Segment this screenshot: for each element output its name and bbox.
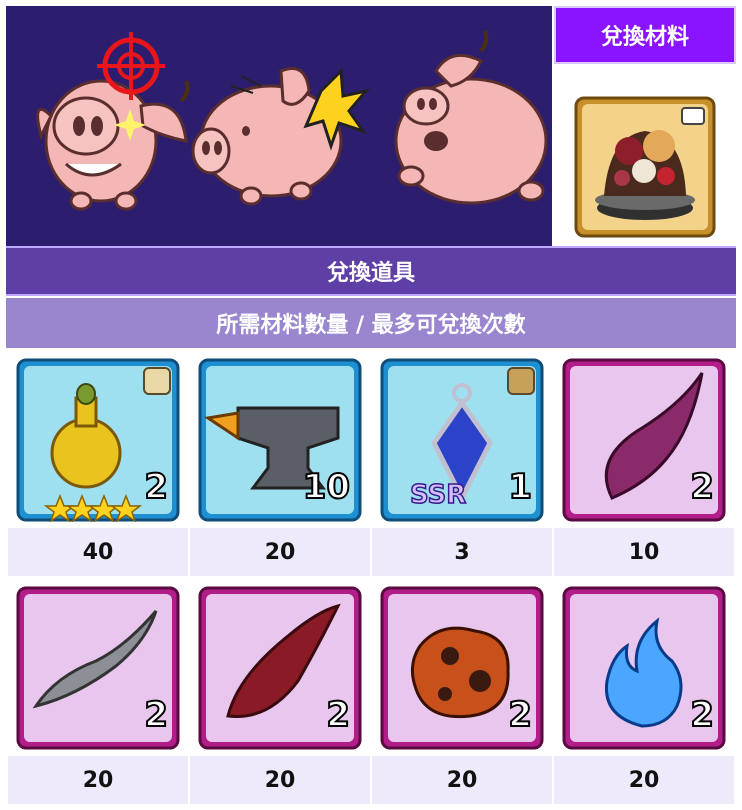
- item-quantity: 2: [508, 695, 532, 735]
- exchange-count: 20: [190, 528, 370, 576]
- pig-1-image: [36, 32, 190, 211]
- dessert-cake-icon: [574, 96, 716, 238]
- golden-elixir-icon: 2: [16, 358, 180, 522]
- blue-gem-pendant-icon: SSR 1: [380, 358, 544, 522]
- ssr-badge: SSR: [410, 480, 466, 510]
- gray-wing-icon: 2: [16, 586, 180, 750]
- exchange-item-cell[interactable]: 2 40: [8, 350, 188, 576]
- exchange-material-header: 兌換材料: [554, 6, 736, 64]
- blue-flame-icon: 2: [562, 586, 726, 750]
- item-quantity: 2: [144, 695, 168, 735]
- exchange-item-cell[interactable]: 2 10: [554, 350, 734, 576]
- pig-banner-illustration: [6, 6, 552, 246]
- item-quantity: 2: [326, 695, 350, 735]
- exchange-count: 40: [8, 528, 188, 576]
- red-claw-icon: 2: [198, 586, 362, 750]
- exchange-item-cell[interactable]: 10 20: [190, 350, 370, 576]
- magma-rock-icon: 2: [380, 586, 544, 750]
- exchange-count: 20: [554, 756, 734, 804]
- pink-horn-icon: 2: [562, 358, 726, 522]
- exchange-item-cell[interactable]: 2 20: [554, 578, 734, 804]
- exchange-material-panel: 兌換材料: [554, 6, 736, 246]
- exchange-item-header: 兌換道具: [6, 246, 736, 296]
- pig-illustrations: [36, 30, 548, 211]
- exchange-count: 10: [554, 528, 734, 576]
- item-quantity: 2: [144, 467, 168, 507]
- anvil-icon: 10: [198, 358, 362, 522]
- exchange-item-cell[interactable]: 2 20: [8, 578, 188, 804]
- exchange-item-cell[interactable]: 2 20: [190, 578, 370, 804]
- exchange-item-cell[interactable]: 2 20: [372, 578, 552, 804]
- exchange-count: 20: [372, 756, 552, 804]
- exchange-item-cell[interactable]: SSR 1 3: [372, 350, 552, 576]
- item-quantity: 2: [690, 695, 714, 735]
- exchange-count: 20: [8, 756, 188, 804]
- pig-3-image: [394, 30, 548, 205]
- item-quantity: 2: [690, 467, 714, 507]
- exchange-count: 3: [372, 528, 552, 576]
- quantity-header: 所需材料數量 / 最多可兌換次數: [6, 298, 736, 348]
- pig-2-image: [191, 67, 371, 206]
- item-quantity: 10: [303, 467, 350, 507]
- item-quantity: 1: [508, 467, 532, 507]
- exchange-count: 20: [190, 756, 370, 804]
- exchange-table: 兌換材料 兌換道具 所需材料數量 / 最多可兌換次數 2 40 10 20 SS…: [0, 0, 742, 810]
